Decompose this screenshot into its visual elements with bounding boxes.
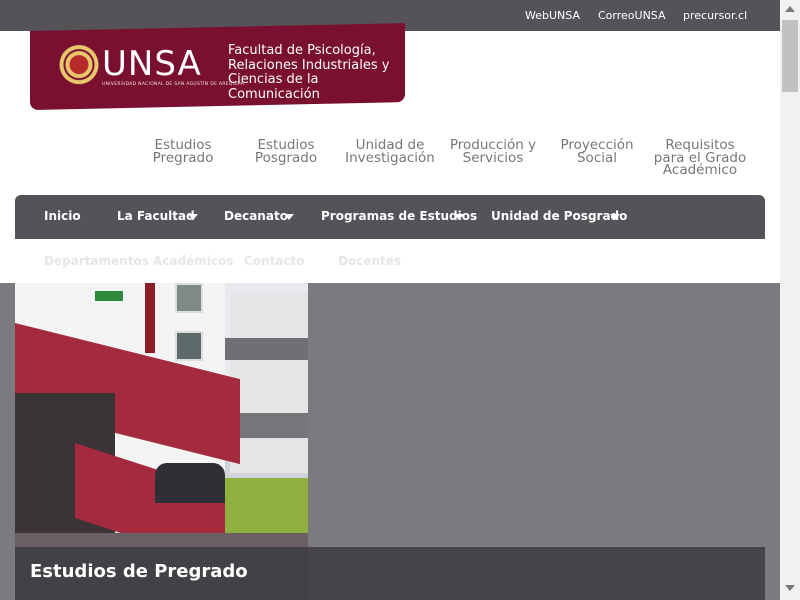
- link-precursor[interactable]: precursor.cl: [683, 9, 747, 22]
- secnav-requisitos-grado[interactable]: Requisitos para el Grado Académico: [652, 138, 748, 176]
- nav-decanato[interactable]: Decanato: [224, 209, 288, 223]
- caret-down-icon[interactable]: [454, 214, 464, 220]
- nav-la-facultad[interactable]: La Facultad: [117, 209, 195, 223]
- photo-grass: [225, 478, 308, 538]
- secnav-estudios-pregrado[interactable]: Estudios Pregrado: [148, 138, 218, 164]
- university-seal-icon: [59, 43, 99, 91]
- link-webunsa[interactable]: WebUNSA: [525, 9, 580, 22]
- secnav-estudios-posgrado[interactable]: Estudios Posgrado: [250, 138, 322, 164]
- photo-window: [175, 331, 203, 361]
- nav-unidad-posgrado[interactable]: Unidad de Posgrado: [491, 209, 627, 223]
- nav-docentes[interactable]: Docentes: [338, 254, 401, 268]
- photo-building: [230, 293, 308, 473]
- secnav-produccion-servicios[interactable]: Producción y Servicios: [448, 138, 538, 164]
- photo-balcony: [225, 338, 308, 360]
- photo-students: [155, 463, 225, 503]
- secnav-proyeccion-social[interactable]: Proyección Social: [556, 138, 638, 164]
- nav-inicio[interactable]: Inicio: [44, 209, 81, 223]
- photo-column: [145, 283, 155, 353]
- nav-departamentos-academicos[interactable]: Departamentos Académicos: [44, 254, 233, 268]
- caret-down-icon[interactable]: [188, 214, 198, 220]
- caret-down-icon[interactable]: [284, 214, 294, 220]
- unsa-wordmark: UNSA: [102, 44, 202, 84]
- main-navigation: Inicio La Facultad Decanato Programas de…: [15, 195, 765, 239]
- scroll-up-icon[interactable]: [785, 6, 795, 12]
- unsa-tagline: UNIVERSIDAD NACIONAL DE SAN AGUSTÍN DE A…: [102, 82, 244, 87]
- caret-down-icon[interactable]: [610, 214, 620, 220]
- link-correounsa[interactable]: CorreoUNSA: [598, 9, 666, 22]
- nav-contacto[interactable]: Contacto: [244, 254, 305, 268]
- faculty-name: Facultad de Psicología, Relaciones Indus…: [228, 43, 390, 102]
- exit-sign: [95, 291, 123, 301]
- photo-window: [175, 283, 203, 313]
- hero-caption[interactable]: Estudios de Pregrado: [30, 561, 248, 582]
- scroll-down-icon[interactable]: [785, 585, 795, 591]
- secnav-unidad-investigacion[interactable]: Unidad de Investigación: [345, 138, 435, 164]
- scrollbar-thumb[interactable]: [782, 20, 798, 92]
